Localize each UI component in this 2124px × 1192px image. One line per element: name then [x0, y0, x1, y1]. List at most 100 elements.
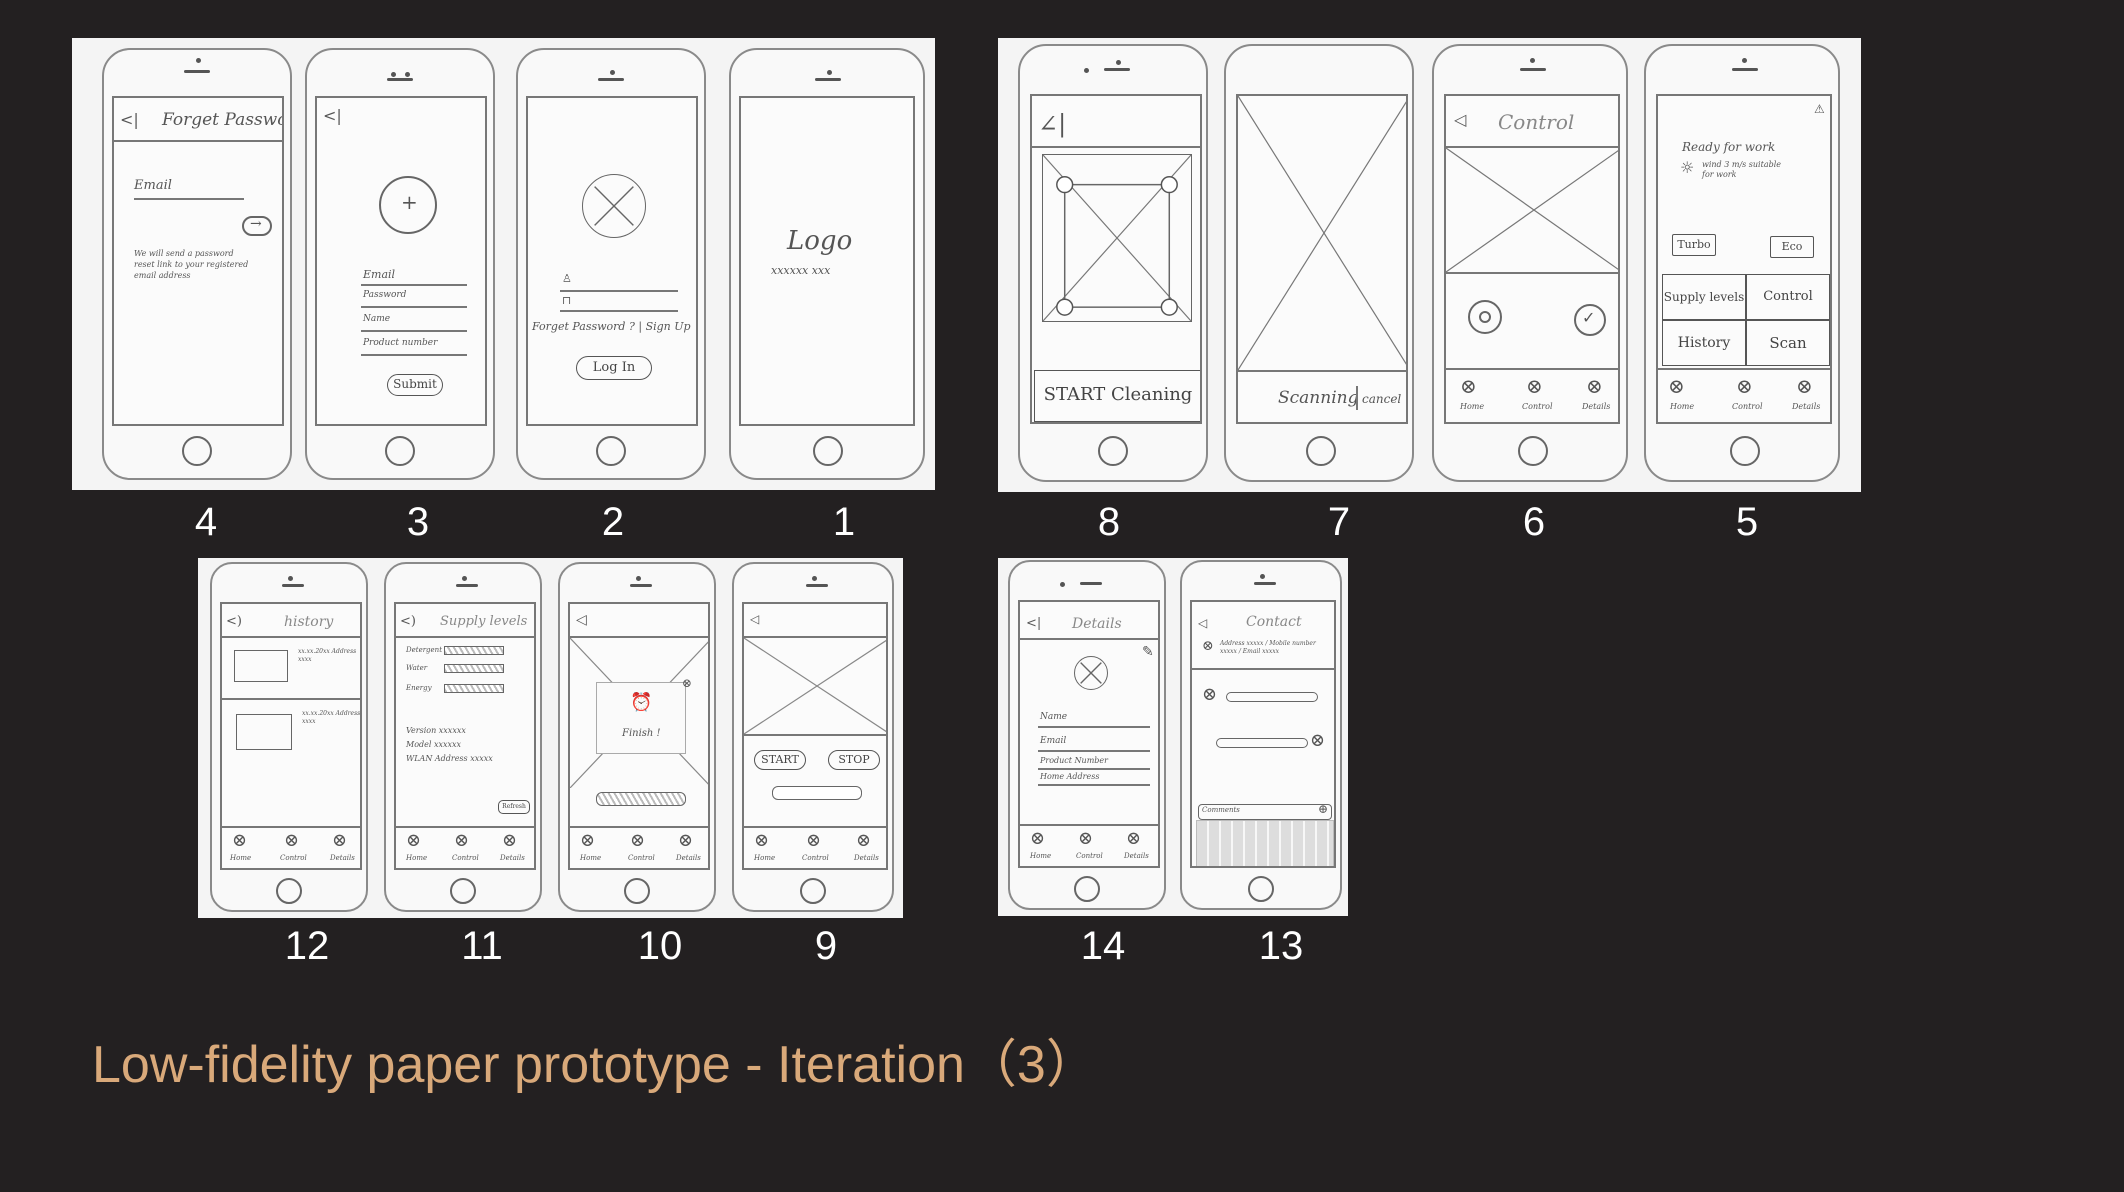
tab-home-icon[interactable]: ⊗ [754, 830, 769, 851]
tab-home-label: Home [406, 854, 428, 862]
phone-screen-1: Logo xxxxxx xxx [729, 48, 925, 480]
tab-home-icon[interactable]: ⊗ [580, 830, 595, 851]
back-arrow-icon[interactable]: ◁ [576, 612, 587, 628]
back-arrow-icon[interactable]: <| [1026, 616, 1041, 631]
prototype-panel-main: ∠| START Cleaning Scanning cancel ◁ Cont… [998, 38, 1861, 492]
comment-input-placeholder: Comments [1202, 806, 1240, 814]
screen-title: Details [1072, 616, 1122, 632]
history-item[interactable]: xx.xx.20xx Address xxxx [302, 710, 360, 726]
tab-details-icon[interactable]: ⊗ [856, 830, 871, 851]
alarm-clock-icon: ⏰ [630, 692, 653, 713]
control-tile[interactable]: Control [1746, 274, 1830, 320]
tab-details-label: Details [1124, 852, 1149, 860]
screen-number: 8 [1097, 500, 1121, 544]
tab-home-label: Home [1030, 852, 1052, 860]
history-tile[interactable]: History [1662, 320, 1746, 366]
tab-details-icon[interactable]: ⊗ [678, 830, 693, 851]
tab-control-icon[interactable]: ⊗ [630, 830, 645, 851]
tab-control-icon[interactable]: ⊗ [1736, 374, 1753, 398]
user-icon: ♙ [562, 272, 572, 285]
phone-screen-7: Scanning cancel [1224, 44, 1414, 482]
forgot-signup-links[interactable]: Forget Password ? | Sign Up [532, 320, 691, 333]
tab-details-icon[interactable]: ⊗ [332, 830, 347, 851]
contact-info: Address xxxxx / Mobile number xxxxx / Em… [1220, 640, 1316, 655]
tab-details-icon[interactable]: ⊗ [502, 830, 517, 851]
phone-screen-5: ⚠ Ready for work ☼ wind 3 m/s suitable f… [1644, 44, 1840, 482]
back-arrow-icon[interactable]: <) [226, 614, 242, 629]
field-email[interactable]: Email [1040, 736, 1066, 746]
tab-control-label: Control [1732, 402, 1763, 411]
start-cleaning-button[interactable]: START Cleaning [1034, 370, 1200, 422]
scan-view [1238, 96, 1406, 370]
tab-control-icon[interactable]: ⊗ [454, 830, 469, 851]
home-button-icon [1098, 436, 1128, 466]
screen-number: 3 [406, 500, 430, 544]
keyboard[interactable] [1196, 820, 1334, 866]
tab-details-icon[interactable]: ⊗ [1586, 374, 1603, 398]
edit-icon[interactable]: ✎ [1142, 644, 1154, 660]
field-home-address[interactable]: Home Address [1040, 772, 1099, 781]
history-item[interactable]: xx.xx.20xx Address xxxx [298, 648, 360, 664]
tab-details-icon[interactable]: ⊗ [1796, 374, 1813, 398]
back-arrow-icon[interactable]: ◁ [750, 612, 759, 626]
scan-tile[interactable]: Scan [1746, 320, 1830, 366]
phone-screen-14: <| Details ✎ Name Email Product Number H… [1008, 560, 1166, 910]
back-arrow-icon[interactable]: ∠| [1038, 110, 1066, 138]
weather-text: wind 3 m/s suitable for work [1702, 160, 1781, 179]
screen-number: 10 [637, 924, 683, 968]
back-arrow-icon[interactable]: <| [323, 106, 342, 125]
login-button[interactable]: Log In [576, 356, 652, 380]
submit-button[interactable]: Submit [387, 374, 443, 396]
tab-control-label: Control [280, 854, 307, 862]
screen-number: 5 [1735, 500, 1759, 544]
tab-home-label: Home [580, 854, 602, 862]
progress-bar [772, 786, 862, 800]
tab-home-icon[interactable]: ⊗ [1030, 828, 1045, 849]
tab-home-label: Home [1460, 402, 1485, 411]
home-button-icon [385, 436, 415, 466]
agent-avatar-icon: ⊗ [1202, 684, 1218, 705]
tab-details-label: Details [1582, 402, 1611, 411]
home-button-icon [813, 436, 843, 466]
tab-control-icon[interactable]: ⊗ [806, 830, 821, 851]
tab-home-icon[interactable]: ⊗ [1460, 374, 1477, 398]
water-level-bar [444, 664, 504, 673]
tab-details-label: Details [854, 854, 879, 862]
refresh-button[interactable]: Refresh [498, 800, 530, 814]
tab-details-label: Details [500, 854, 525, 862]
close-dialog-icon[interactable]: ⊗ [682, 676, 692, 690]
tab-control-icon[interactable]: ⊗ [1526, 374, 1543, 398]
field-password[interactable]: Password [363, 290, 406, 300]
start-button[interactable]: START [754, 750, 806, 770]
cancel-link[interactable]: cancel [1362, 392, 1401, 406]
back-arrow-icon[interactable]: ◁ [1198, 616, 1207, 630]
tab-details-label: Details [330, 854, 355, 862]
back-arrow-icon[interactable]: <) [400, 614, 416, 629]
back-arrow-icon[interactable]: ◁ [1454, 110, 1466, 129]
field-product-number[interactable]: Product number [363, 338, 437, 348]
turbo-mode-button[interactable]: Turbo [1672, 234, 1716, 256]
detergent-level-bar [444, 646, 504, 655]
back-arrow-icon[interactable]: <| [120, 110, 139, 129]
home-button-icon [1518, 436, 1548, 466]
tab-control-label: Control [802, 854, 829, 862]
field-name[interactable]: Name [1040, 712, 1067, 722]
tab-control-icon[interactable]: ⊗ [1078, 828, 1093, 849]
screen-title: Forget Password [162, 110, 282, 130]
stop-button[interactable]: STOP [828, 750, 880, 770]
tab-home-icon[interactable]: ⊗ [1668, 374, 1685, 398]
field-email[interactable]: Email [363, 268, 395, 281]
tab-details-icon[interactable]: ⊗ [1126, 828, 1141, 849]
level-label: Water [406, 664, 428, 672]
field-name[interactable]: Name [363, 314, 390, 324]
tab-home-icon[interactable]: ⊗ [232, 830, 247, 851]
contact-icon: ⊗ [1202, 638, 1214, 654]
screen-number: 4 [194, 500, 218, 544]
send-plus-icon[interactable]: ⊕ [1318, 802, 1328, 816]
tab-control-icon[interactable]: ⊗ [284, 830, 299, 851]
supply-levels-tile[interactable]: Supply levels [1662, 274, 1746, 320]
field-product-number[interactable]: Product Number [1040, 756, 1108, 765]
tab-home-icon[interactable]: ⊗ [406, 830, 421, 851]
eco-mode-button[interactable]: Eco [1770, 236, 1814, 258]
home-button-icon [450, 878, 476, 904]
